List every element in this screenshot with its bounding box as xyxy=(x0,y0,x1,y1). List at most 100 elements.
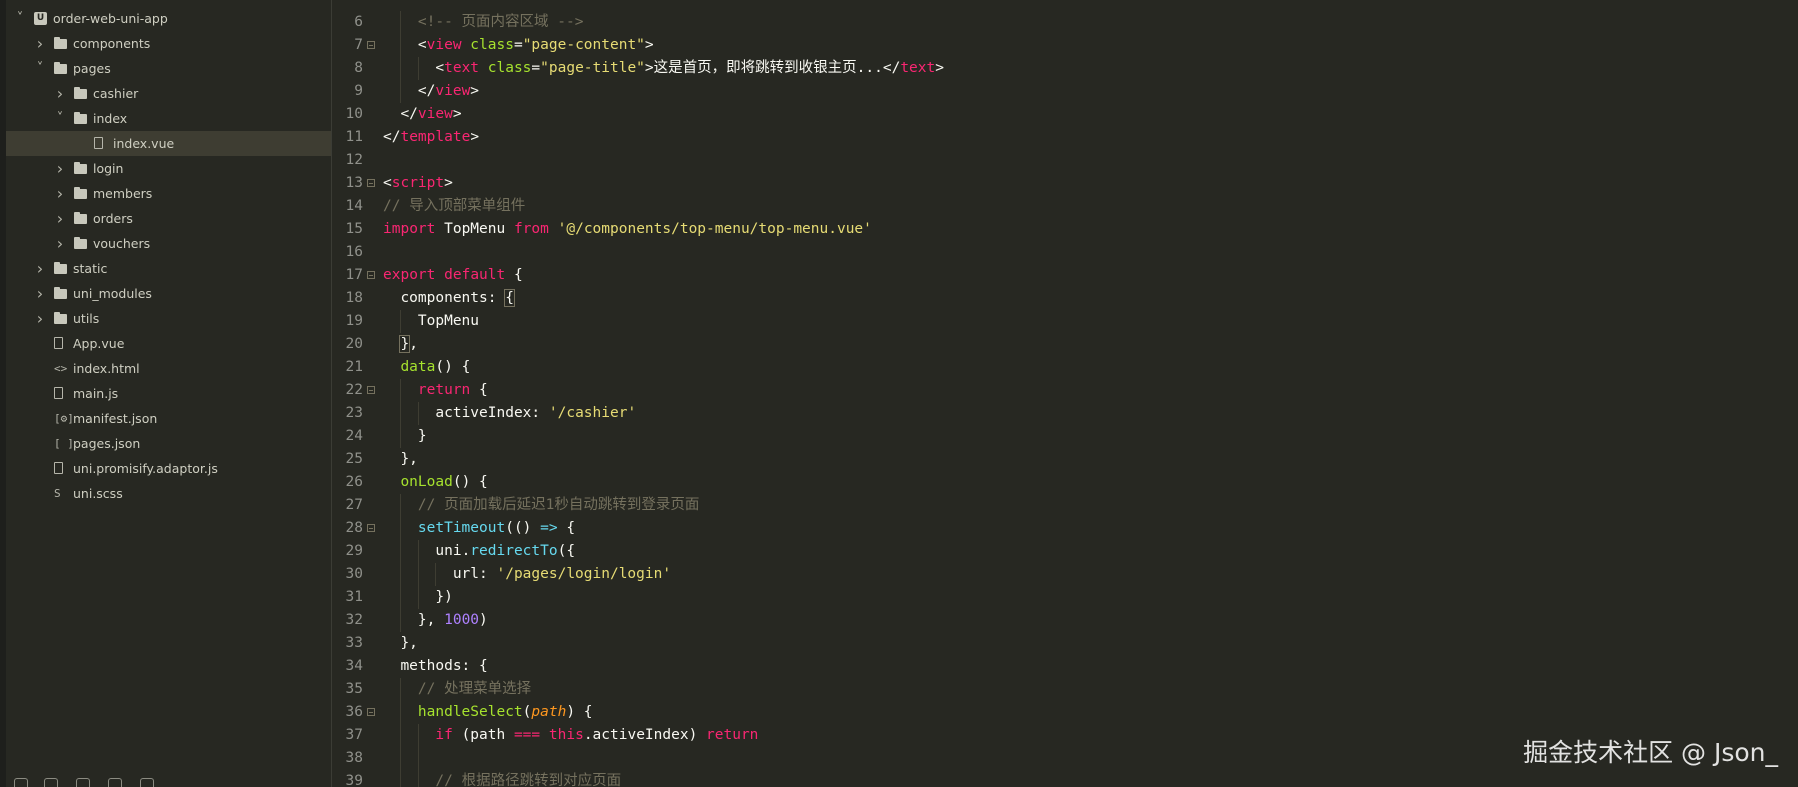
chevron-right-icon[interactable]: › xyxy=(34,306,46,331)
indent-guide xyxy=(400,402,402,425)
code-line[interactable]: 22 return { xyxy=(333,379,1798,402)
code-editor[interactable]: 6 <!-- 页面内容区域 --> 7 <view class="page-conte… xyxy=(333,0,1798,787)
fold-toggle-icon[interactable] xyxy=(367,708,375,716)
chevron-down-icon[interactable]: ˅ xyxy=(54,106,66,131)
chevron-right-icon[interactable]: › xyxy=(54,231,66,256)
code-line[interactable]: 14 // 导入顶部菜单组件 xyxy=(333,195,1798,218)
chevron-down-icon[interactable]: ˅ xyxy=(14,6,26,31)
code-token: > xyxy=(452,106,462,122)
code-token: return xyxy=(706,727,759,743)
code-line[interactable]: 23 activeIndex: '/cashier' xyxy=(333,402,1798,425)
fold-toggle-icon[interactable] xyxy=(367,524,375,532)
chevron-right-icon[interactable]: › xyxy=(34,256,46,281)
code-line[interactable]: 31}) xyxy=(333,586,1798,609)
code-line[interactable]: 9 </view> xyxy=(333,80,1798,103)
line-number: 22 xyxy=(345,382,363,398)
line-number: 16 xyxy=(345,244,363,260)
chevron-right-icon[interactable]: › xyxy=(34,31,46,56)
globe-icon[interactable] xyxy=(140,778,154,787)
tree-item[interactable]: › cashier xyxy=(6,81,331,106)
tree-item[interactable]: App.vue xyxy=(6,331,331,356)
code-line[interactable]: 39 // 根据路径跳转到对应页面 xyxy=(333,770,1798,787)
git-icon[interactable] xyxy=(44,778,58,787)
code-line[interactable]: 28 setTimeout(() => { xyxy=(333,517,1798,540)
tree-item[interactable]: <> index.html xyxy=(6,356,331,381)
code-line[interactable]: 30 url: '/pages/login/login' xyxy=(333,563,1798,586)
fold-toggle-icon[interactable] xyxy=(367,41,375,49)
tree-item[interactable]: › components xyxy=(6,31,331,56)
tree-item[interactable]: Suni.scss xyxy=(6,481,331,506)
tree-item[interactable]: › orders xyxy=(6,206,331,231)
tree-item[interactable]: [ ] pages.json xyxy=(6,431,331,456)
fold-toggle-icon[interactable] xyxy=(367,386,375,394)
code-line[interactable]: 7 <view class="page-content"> xyxy=(333,34,1798,57)
tree-item[interactable]: uni.promisify.adaptor.js xyxy=(6,456,331,481)
code-line[interactable]: 25}, xyxy=(333,448,1798,471)
code-token: , xyxy=(409,336,418,352)
line-number: 39 xyxy=(345,773,363,787)
code-line[interactable]: 36 handleSelect(path) { xyxy=(333,701,1798,724)
code-token: // 根据路径跳转到对应页面 xyxy=(435,773,622,787)
tree-item[interactable]: › utils xyxy=(6,306,331,331)
code-line[interactable]: 20}, xyxy=(333,333,1798,356)
fold-toggle-icon[interactable] xyxy=(367,179,375,187)
tree-item[interactable]: › login xyxy=(6,156,331,181)
tree-item[interactable]: [⚙] manifest.json xyxy=(6,406,331,431)
tree-item[interactable]: ˅ index xyxy=(6,106,331,131)
code-text: handleSelect(path) { xyxy=(418,701,593,724)
code-text: import TopMenu from '@/components/top-me… xyxy=(383,218,872,241)
plugin-icon[interactable] xyxy=(108,778,122,787)
code-line[interactable]: 11 </template> xyxy=(333,126,1798,149)
tree-item[interactable]: ˅ Uorder-web-uni-app xyxy=(6,6,331,31)
chevron-right-icon[interactable]: › xyxy=(54,181,66,206)
code-token: import xyxy=(383,221,436,237)
code-text: onLoad() { xyxy=(400,471,487,494)
chevron-right-icon[interactable]: › xyxy=(34,281,46,306)
code-line[interactable]: 24} xyxy=(333,425,1798,448)
tree-item-label: members xyxy=(93,186,153,201)
tree-item[interactable]: ˅ pages xyxy=(6,56,331,81)
chevron-right-icon[interactable]: › xyxy=(54,156,66,181)
tree-item[interactable]: › uni_modules xyxy=(6,281,331,306)
code-line[interactable]: 10 </view> xyxy=(333,103,1798,126)
code-line[interactable]: 21 data() { xyxy=(333,356,1798,379)
tree-item[interactable]: › vouchers xyxy=(6,231,331,256)
code-token: () { xyxy=(452,474,488,490)
code-line[interactable]: 13 <script> xyxy=(333,172,1798,195)
code-line[interactable]: 12 xyxy=(333,149,1798,172)
sidebar-divider[interactable] xyxy=(331,0,332,787)
fold-toggle-icon[interactable] xyxy=(367,271,375,279)
code-line[interactable]: 17 export default { xyxy=(333,264,1798,287)
code-line[interactable]: 32}, 1000) xyxy=(333,609,1798,632)
code-line[interactable]: 35 // 处理菜单选择 xyxy=(333,678,1798,701)
folder-icon[interactable] xyxy=(14,778,28,787)
code-line[interactable]: 6 <!-- 页面内容区域 --> xyxy=(333,11,1798,34)
code-line[interactable]: 16 xyxy=(333,241,1798,264)
code-line[interactable]: 18 components: { xyxy=(333,287,1798,310)
indent-guide xyxy=(417,586,419,609)
tree-item[interactable]: › static xyxy=(6,256,331,281)
code-line[interactable]: 19 TopMenu xyxy=(333,310,1798,333)
code-line[interactable]: 29 uni.redirectTo({ xyxy=(333,540,1798,563)
chevron-right-icon[interactable]: › xyxy=(54,81,66,106)
chevron-down-icon[interactable]: ˅ xyxy=(34,56,46,81)
code-line[interactable]: 26 onLoad() { xyxy=(333,471,1798,494)
gear-icon[interactable] xyxy=(76,778,90,787)
tree-item-label: pages.json xyxy=(73,436,141,451)
tree-item[interactable]: › members xyxy=(6,181,331,206)
line-number: 28 xyxy=(345,520,363,536)
code-line[interactable]: 15 import TopMenu from '@/components/top-… xyxy=(333,218,1798,241)
code-text: }) xyxy=(435,586,452,609)
code-token: class xyxy=(487,60,532,76)
chevron-right-icon[interactable]: › xyxy=(54,206,66,231)
code-token: { xyxy=(557,520,576,536)
scss-file-icon: S xyxy=(54,487,61,500)
tree-item[interactable]: index.vue xyxy=(6,131,331,156)
code-line[interactable]: 33}, xyxy=(333,632,1798,655)
tree-item[interactable]: main.js xyxy=(6,381,331,406)
indent-guide xyxy=(400,701,402,724)
code-line[interactable]: 34 methods: { xyxy=(333,655,1798,678)
code-line[interactable]: 8 <text class="page-title">这是首页，即将跳转到收银主页… xyxy=(333,57,1798,80)
code-line[interactable]: 27 // 页面加载后延迟1秒自动跳转到登录页面 xyxy=(333,494,1798,517)
